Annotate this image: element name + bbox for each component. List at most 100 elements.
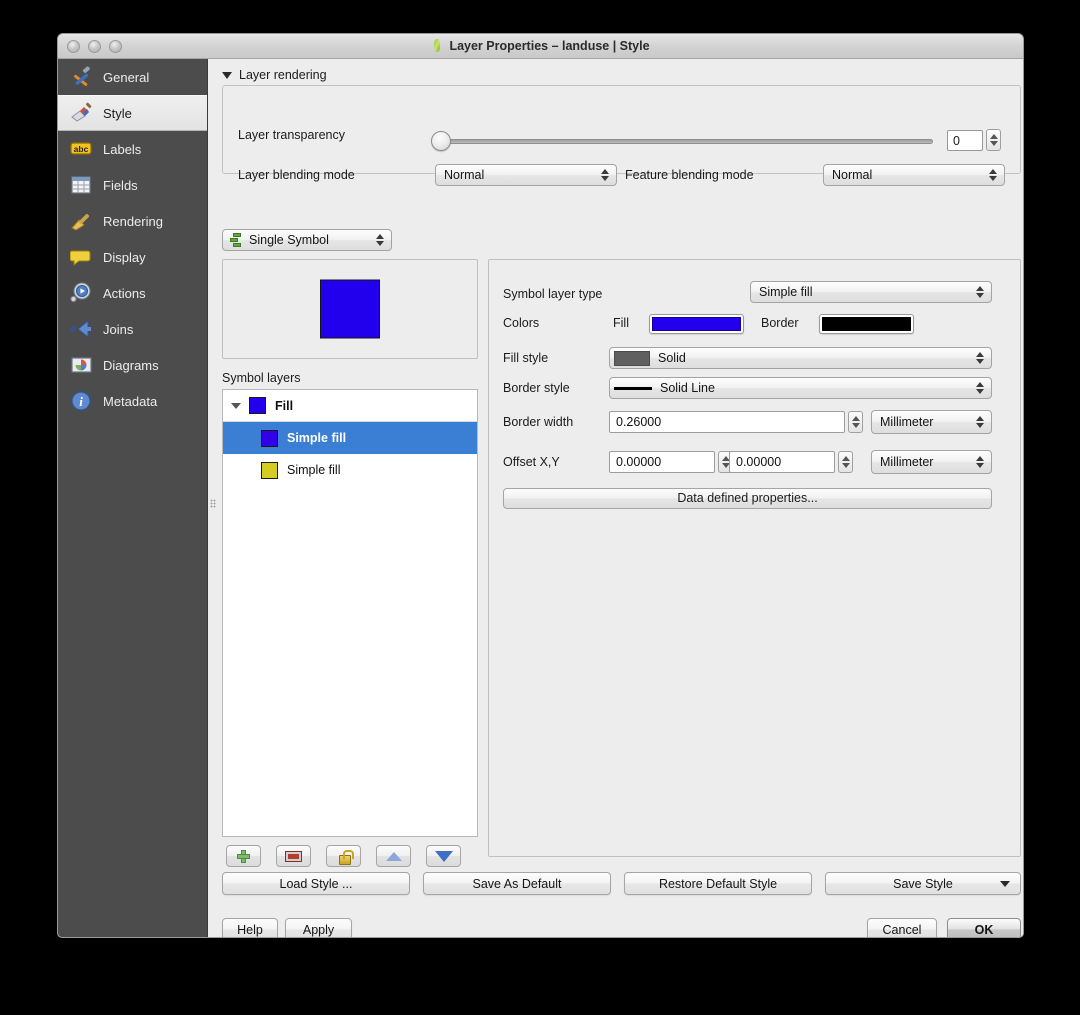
feature-blending-mode-label: Feature blending mode xyxy=(625,168,754,182)
layer-blending-mode-select[interactable]: Normal xyxy=(435,164,617,186)
fill-color-button[interactable] xyxy=(649,314,744,334)
tree-row[interactable]: Simple fill xyxy=(223,454,477,486)
border-color-label: Border xyxy=(761,316,799,330)
border-width-unit-select[interactable]: Millimeter xyxy=(871,410,992,434)
broom-icon xyxy=(70,210,94,232)
tree-row[interactable]: Simple fill xyxy=(223,422,477,454)
fill-color-chip xyxy=(652,317,741,331)
stepper-down-icon xyxy=(852,423,860,428)
chevron-down-icon xyxy=(1000,881,1010,887)
border-width-stepper[interactable] xyxy=(848,411,863,433)
window-body: General Style abc xyxy=(58,59,1024,938)
chevron-updown-icon xyxy=(601,169,609,181)
tree-row-label: Simple fill xyxy=(287,463,341,477)
renderer-type-value: Single Symbol xyxy=(249,233,329,247)
move-layer-down-button[interactable] xyxy=(426,845,461,867)
offset-unit-select[interactable]: Millimeter xyxy=(871,450,992,474)
symbol-swatch xyxy=(261,430,278,447)
layer-transparency-value[interactable]: 0 xyxy=(947,130,983,151)
fill-pattern-preview-icon xyxy=(614,351,650,366)
border-width-label: Border width xyxy=(503,415,573,429)
fill-style-label: Fill style xyxy=(503,351,548,365)
renderer-type-select[interactable]: Single Symbol xyxy=(222,229,392,251)
border-style-value: Solid Line xyxy=(660,381,715,395)
sidebar-item-rendering[interactable]: Rendering xyxy=(58,203,207,239)
line-pattern-preview-icon xyxy=(614,387,652,390)
qgis-layer-icon xyxy=(431,39,444,52)
sidebar-item-style[interactable]: Style xyxy=(58,95,207,131)
offset-unit-value: Millimeter xyxy=(880,455,933,469)
sidebar-item-general[interactable]: General xyxy=(58,59,207,95)
offset-x-input[interactable]: 0.00000 xyxy=(609,451,715,473)
save-as-default-button[interactable]: Save As Default xyxy=(423,872,611,895)
feature-blending-mode-value: Normal xyxy=(832,168,872,182)
feature-blending-mode-select[interactable]: Normal xyxy=(823,164,1005,186)
slider-handle[interactable] xyxy=(431,131,451,151)
lock-layer-colors-button[interactable] xyxy=(326,845,361,867)
brush-icon xyxy=(70,102,94,124)
sidebar-item-label: Style xyxy=(103,106,132,121)
layer-rendering-title: Layer rendering xyxy=(239,68,327,82)
sidebar-item-label: Rendering xyxy=(103,214,163,229)
data-defined-properties-button[interactable]: Data defined properties... xyxy=(503,488,992,509)
sidebar-item-labels[interactable]: abc Labels xyxy=(58,131,207,167)
panel-splitter[interactable] xyxy=(208,59,218,938)
load-style-button[interactable]: Load Style ... xyxy=(222,872,410,895)
add-symbol-layer-button[interactable] xyxy=(226,845,261,867)
stepper-up-icon xyxy=(842,456,850,461)
fill-style-value: Solid xyxy=(658,351,686,365)
symbol-layer-type-select[interactable]: Simple fill xyxy=(750,281,992,303)
sidebar-item-joins[interactable]: Joins xyxy=(58,311,207,347)
chevron-down-icon[interactable] xyxy=(231,403,241,409)
remove-symbol-layer-button[interactable] xyxy=(276,845,311,867)
sidebar-item-display[interactable]: Display xyxy=(58,239,207,275)
speech-bubble-icon xyxy=(70,246,94,268)
save-style-button[interactable]: Save Style xyxy=(825,872,1021,895)
sidebar-item-label: Actions xyxy=(103,286,146,301)
colors-label: Colors xyxy=(503,316,539,330)
layer-rendering-group: Layer transparency 0 Layer blending mode… xyxy=(222,85,1021,174)
border-style-select[interactable]: Solid Line xyxy=(609,377,992,399)
apply-button[interactable]: Apply xyxy=(285,918,352,938)
sidebar-item-actions[interactable]: Actions xyxy=(58,275,207,311)
layer-blending-mode-value: Normal xyxy=(444,168,484,182)
tree-row[interactable]: Fill xyxy=(223,390,477,422)
sidebar-item-fields[interactable]: Fields xyxy=(58,167,207,203)
tree-row-label: Simple fill xyxy=(287,431,346,445)
layer-transparency-slider[interactable] xyxy=(435,139,933,144)
transparency-stepper[interactable] xyxy=(986,129,1001,151)
chevron-down-icon xyxy=(222,72,232,79)
sidebar-item-metadata[interactable]: i Metadata xyxy=(58,383,207,419)
cancel-button[interactable]: Cancel xyxy=(867,918,937,938)
layer-blending-mode-label: Layer blending mode xyxy=(238,168,355,182)
offset-y-stepper[interactable] xyxy=(838,451,853,473)
symbol-preview-swatch xyxy=(320,280,380,339)
border-style-label: Border style xyxy=(503,381,570,395)
chevron-updown-icon xyxy=(976,352,984,364)
lock-icon xyxy=(338,850,350,863)
help-button[interactable]: Help xyxy=(222,918,278,938)
sidebar-item-label: Labels xyxy=(103,142,141,157)
border-width-unit-value: Millimeter xyxy=(880,415,933,429)
fill-style-select[interactable]: Solid xyxy=(609,347,992,369)
border-width-input[interactable]: 0.26000 xyxy=(609,411,845,433)
symbol-layers-tree[interactable]: Fill Simple fill Simple fill xyxy=(222,389,478,837)
style-tab-content: Layer rendering Layer transparency 0 Lay… xyxy=(218,59,1024,938)
info-icon: i xyxy=(70,390,94,412)
layer-rendering-section-header[interactable]: Layer rendering xyxy=(222,68,327,82)
offset-y-input[interactable]: 0.00000 xyxy=(729,451,835,473)
chevron-updown-icon xyxy=(976,286,984,298)
stepper-up-icon xyxy=(852,416,860,421)
triangle-up-icon xyxy=(386,852,402,861)
symbol-preview-panel xyxy=(222,259,478,359)
symbol-layer-type-label: Symbol layer type xyxy=(503,287,602,301)
sidebar-item-diagrams[interactable]: Diagrams xyxy=(58,347,207,383)
border-color-button[interactable] xyxy=(819,314,914,334)
restore-default-style-button[interactable]: Restore Default Style xyxy=(624,872,812,895)
minus-icon xyxy=(286,852,301,861)
triangle-down-icon xyxy=(435,851,453,862)
ok-button[interactable]: OK xyxy=(947,918,1021,938)
move-layer-up-button[interactable] xyxy=(376,845,411,867)
tree-row-label: Fill xyxy=(275,399,293,413)
splitter-grip-icon xyxy=(210,499,216,508)
